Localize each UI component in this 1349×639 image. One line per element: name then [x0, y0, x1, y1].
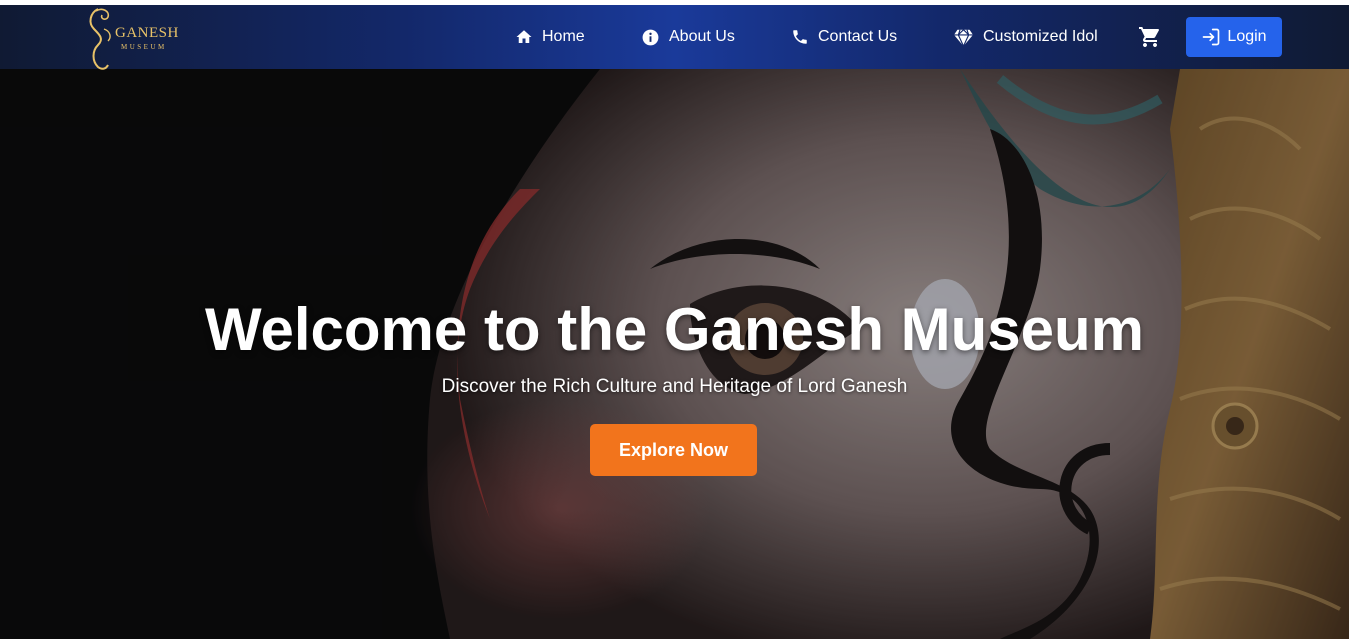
- nav-about-us[interactable]: About Us: [641, 24, 735, 50]
- nav-home[interactable]: Home: [515, 24, 585, 50]
- nav-customized-idol-label: Customized Idol: [983, 28, 1098, 45]
- info-icon: [642, 29, 659, 45]
- brand-name: GANESH: [115, 25, 179, 41]
- hero-subtitle: Discover the Rich Culture and Heritage o…: [441, 376, 908, 397]
- login-button[interactable]: Login: [1186, 17, 1282, 57]
- phone-icon: [793, 30, 807, 44]
- cart-icon: [1139, 27, 1159, 47]
- nav-contact-us-label: Contact Us: [818, 28, 898, 45]
- brand-logo[interactable]: GANESH MUSEUM: [84, 5, 194, 70]
- hero-title: Welcome to the Ganesh Museum: [204, 296, 1145, 363]
- cart-button[interactable]: [1138, 25, 1162, 49]
- ganesh-trunk-icon: [89, 8, 111, 70]
- hero-section: Welcome to the Ganesh Museum Discover th…: [0, 69, 1349, 639]
- brand-subtitle: MUSEUM: [121, 43, 167, 51]
- nav-about-us-label: About Us: [669, 28, 735, 45]
- nav-contact-us[interactable]: Contact Us: [791, 24, 897, 50]
- login-icon: [1203, 28, 1220, 46]
- home-icon: [516, 30, 532, 43]
- diamond-icon: [954, 28, 973, 47]
- login-label: Login: [1227, 28, 1267, 45]
- nav-customized-idol[interactable]: Customized Idol: [953, 24, 1098, 50]
- explore-now-button[interactable]: Explore Now: [590, 424, 757, 476]
- nav-home-label: Home: [542, 28, 585, 45]
- navbar: GANESH MUSEUM Home About Us Contact Us C…: [0, 5, 1349, 70]
